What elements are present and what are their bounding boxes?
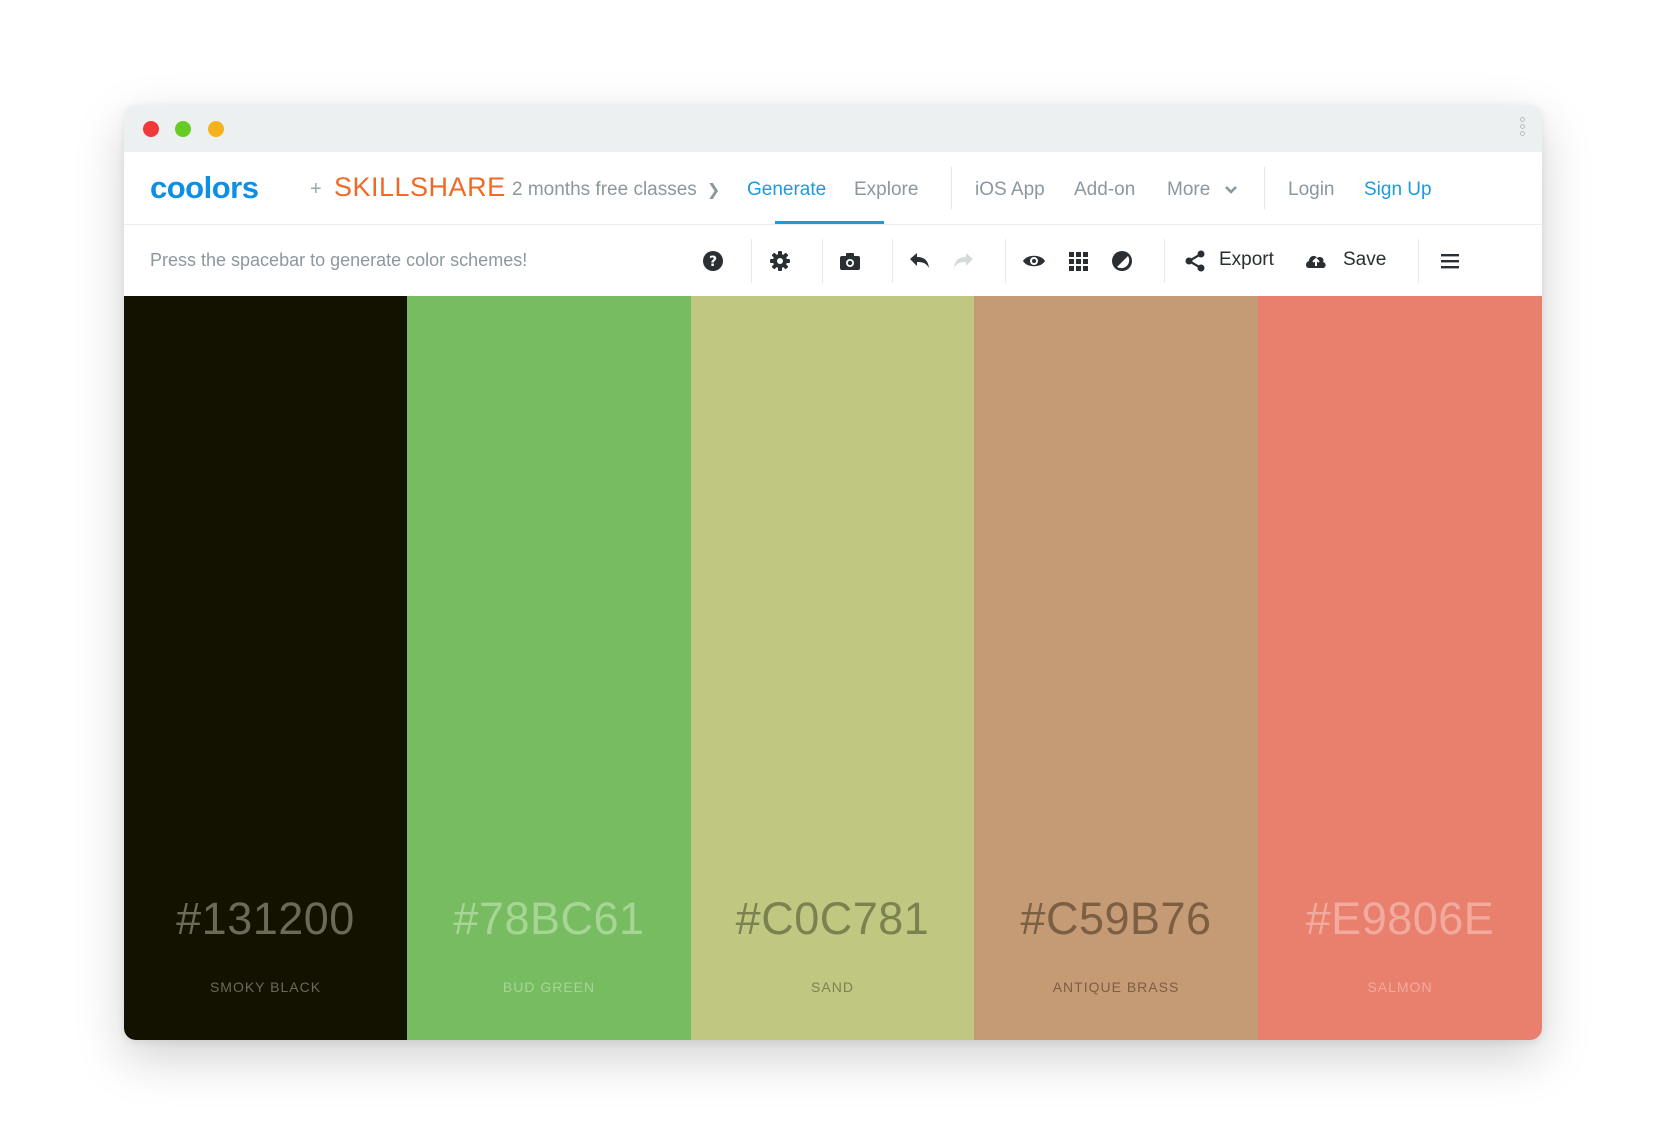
minimize-window-button[interactable] (208, 121, 224, 137)
save-button[interactable]: Save (1343, 249, 1386, 271)
nav-addon[interactable]: Add-on (1074, 179, 1135, 201)
plus-sign: + (310, 178, 322, 200)
eye-icon[interactable] (1021, 248, 1047, 274)
window-menu-icon[interactable] (1520, 117, 1528, 143)
nav-divider (951, 167, 952, 209)
color-swatch-2[interactable]: #78BC61 BUD GREEN (407, 296, 691, 1040)
toolbar-divider (892, 239, 893, 283)
nav-login[interactable]: Login (1288, 179, 1335, 201)
nav-generate[interactable]: Generate (747, 179, 826, 201)
share-icon[interactable] (1182, 248, 1208, 274)
contrast-icon[interactable] (1109, 248, 1135, 274)
nav-ios-app[interactable]: iOS App (975, 179, 1045, 201)
redo-icon[interactable] (950, 248, 976, 274)
swatch-hex-code[interactable]: #C0C781 (691, 893, 974, 945)
swatch-hex-code[interactable]: #78BC61 (407, 893, 691, 945)
promo-link[interactable]: 2 months free classes ❯ (512, 179, 720, 201)
help-icon[interactable]: ? (700, 248, 726, 274)
promo-text: 2 months free classes (512, 179, 697, 200)
hamburger-menu-icon[interactable] (1437, 248, 1463, 274)
settings-gear-icon[interactable] (767, 248, 793, 274)
coolors-logo[interactable]: coolors (150, 170, 259, 206)
camera-icon[interactable] (837, 248, 863, 274)
undo-icon[interactable] (907, 248, 933, 274)
skillshare-logo[interactable]: SKILLSHARE (334, 172, 506, 203)
swatch-hex-code[interactable]: #E9806E (1258, 893, 1542, 945)
svg-text:?: ? (709, 254, 717, 270)
spacebar-hint: Press the spacebar to generate color sch… (150, 250, 528, 270)
active-tab-indicator (775, 221, 884, 224)
swatch-color-name[interactable]: SALMON (1258, 979, 1542, 995)
color-swatch-5[interactable]: #E9806E SALMON (1258, 296, 1542, 1040)
toolbar-divider (1164, 239, 1165, 283)
color-swatch-1[interactable]: #131200 SMOKY BLACK (124, 296, 407, 1040)
toolbar-divider (1418, 239, 1419, 283)
swatch-color-name[interactable]: SMOKY BLACK (124, 979, 407, 995)
color-swatch-3[interactable]: #C0C781 SAND (691, 296, 974, 1040)
close-window-button[interactable] (143, 121, 159, 137)
swatch-color-name[interactable]: ANTIQUE BRASS (974, 979, 1258, 995)
chevron-right-icon: ❯ (706, 182, 721, 199)
chevron-down-icon (1224, 186, 1237, 194)
swatch-color-name[interactable]: SAND (691, 979, 974, 995)
maximize-window-button[interactable] (175, 121, 191, 137)
nav-signup[interactable]: Sign Up (1364, 179, 1432, 201)
cloud-upload-icon[interactable] (1303, 248, 1329, 274)
nav-more[interactable]: More (1167, 179, 1238, 201)
color-swatch-4[interactable]: #C59B76 ANTIQUE BRASS (974, 296, 1258, 1040)
title-bar (124, 105, 1542, 153)
toolbar-divider (822, 239, 823, 283)
swatch-hex-code[interactable]: #C59B76 (974, 893, 1258, 945)
toolbar-divider (1005, 239, 1006, 283)
nav-divider (1264, 167, 1265, 209)
swatch-hex-code[interactable]: #131200 (124, 893, 407, 945)
browser-window: coolors + SKILLSHARE 2 months free class… (124, 105, 1542, 1040)
toolbar-divider (751, 239, 752, 283)
export-button[interactable]: Export (1219, 249, 1274, 271)
swatch-color-name[interactable]: BUD GREEN (407, 979, 691, 995)
nav-more-label: More (1167, 179, 1211, 200)
toolbar: Press the spacebar to generate color sch… (124, 225, 1542, 296)
nav-explore[interactable]: Explore (854, 179, 918, 201)
grid-view-icon[interactable] (1065, 248, 1091, 274)
color-palette: #131200 SMOKY BLACK #78BC61 BUD GREEN #C… (124, 296, 1542, 1040)
top-navbar: coolors + SKILLSHARE 2 months free class… (124, 152, 1542, 225)
